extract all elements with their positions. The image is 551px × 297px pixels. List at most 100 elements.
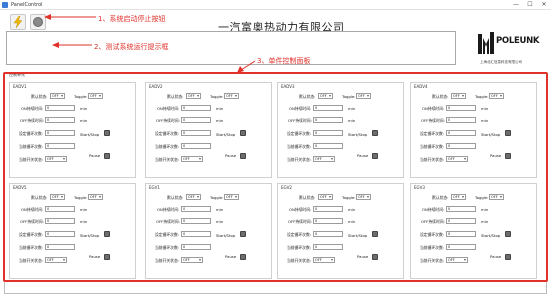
pause-button[interactable]: [372, 153, 378, 159]
default-state-value: OFF: [453, 195, 460, 199]
cur-cycles-input[interactable]: 0: [313, 244, 343, 250]
set-cycles-input[interactable]: 0: [446, 130, 476, 136]
system-start-button[interactable]: [10, 14, 26, 30]
off-time-input[interactable]: 0: [446, 218, 476, 224]
cur-cycles-input[interactable]: 0: [446, 244, 476, 250]
chevron-down-icon: [329, 196, 331, 198]
off-time-input[interactable]: 0: [181, 117, 211, 123]
toggle-select[interactable]: OFF: [489, 194, 504, 200]
pause-button[interactable]: [240, 153, 246, 159]
cur-cycles-input[interactable]: 0: [45, 244, 75, 250]
cur-switch-select[interactable]: OFF: [45, 156, 67, 162]
default-state-select[interactable]: OFF: [451, 194, 466, 200]
cur-switch-label: 当前开关状态:: [155, 157, 180, 162]
set-cycles-value: 0: [183, 232, 186, 236]
minimize-button[interactable]: —: [509, 0, 523, 10]
off-time-value: 0: [183, 118, 186, 122]
cur-switch-select[interactable]: OFF: [446, 156, 468, 162]
off-time-value: 0: [448, 118, 451, 122]
default-state-select[interactable]: OFF: [50, 93, 65, 99]
on-time-label: ON持续时间:: [289, 106, 312, 111]
start-stop-button[interactable]: [104, 130, 110, 136]
unit-panel-eadv4: EADV4 默认状态: OFF Toggle: OFF ON持续时间: 0 mi…: [410, 82, 537, 178]
on-time-input[interactable]: 0: [181, 105, 211, 111]
set-cycles-input[interactable]: 0: [446, 231, 476, 237]
start-stop-button[interactable]: [104, 231, 110, 237]
pause-button[interactable]: [505, 254, 511, 260]
set-cycles-value: 0: [183, 131, 186, 135]
start-stop-button[interactable]: [240, 231, 246, 237]
set-cycles-input[interactable]: 0: [313, 130, 343, 136]
chevron-down-icon: [61, 95, 63, 97]
default-state-select[interactable]: OFF: [50, 194, 65, 200]
cur-cycles-input[interactable]: 0: [446, 143, 476, 149]
toggle-select[interactable]: OFF: [224, 194, 239, 200]
unit-panel-eadv5: EADV5 默认状态: OFF Toggle: OFF ON持续时间: 0 mi…: [9, 183, 136, 279]
off-time-input[interactable]: 0: [45, 218, 75, 224]
set-cycles-input[interactable]: 0: [45, 231, 75, 237]
on-time-label: ON持续时间:: [157, 207, 180, 212]
off-time-label: OFF持续时间:: [288, 118, 312, 123]
default-state-select[interactable]: OFF: [318, 93, 333, 99]
toggle-select[interactable]: OFF: [489, 93, 504, 99]
toggle-select[interactable]: OFF: [88, 93, 103, 99]
default-state-select[interactable]: OFF: [186, 93, 201, 99]
cur-switch-select[interactable]: OFF: [446, 257, 468, 263]
cur-switch-select[interactable]: OFF: [313, 156, 335, 162]
pause-button[interactable]: [104, 153, 110, 159]
off-time-input[interactable]: 0: [181, 218, 211, 224]
toggle-value: OFF: [491, 195, 498, 199]
cur-switch-select[interactable]: OFF: [181, 156, 203, 162]
start-stop-button[interactable]: [372, 130, 378, 136]
toggle-label: Toggle:: [210, 195, 224, 200]
default-state-select[interactable]: OFF: [186, 194, 201, 200]
on-time-input[interactable]: 0: [45, 206, 75, 212]
cur-switch-label: 当前开关状态:: [287, 157, 312, 162]
on-time-input[interactable]: 0: [313, 105, 343, 111]
on-time-input[interactable]: 0: [446, 105, 476, 111]
start-stop-button[interactable]: [372, 231, 378, 237]
cur-cycles-input[interactable]: 0: [181, 143, 211, 149]
start-stop-button[interactable]: [505, 130, 511, 136]
start-stop-button[interactable]: [240, 130, 246, 136]
off-time-input[interactable]: 0: [45, 117, 75, 123]
close-button[interactable]: ✕: [537, 0, 551, 10]
on-time-input[interactable]: 0: [181, 206, 211, 212]
default-state-select[interactable]: OFF: [451, 93, 466, 99]
set-cycles-input[interactable]: 0: [181, 231, 211, 237]
cur-cycles-input[interactable]: 0: [45, 143, 75, 149]
unit-name: EGV1: [149, 185, 160, 190]
pause-button[interactable]: [505, 153, 511, 159]
set-cycles-input[interactable]: 0: [181, 130, 211, 136]
cur-cycles-input[interactable]: 0: [313, 143, 343, 149]
off-time-input[interactable]: 0: [313, 218, 343, 224]
cur-switch-select[interactable]: OFF: [45, 257, 67, 263]
on-time-input[interactable]: 0: [446, 206, 476, 212]
off-time-input[interactable]: 0: [313, 117, 343, 123]
off-time-input[interactable]: 0: [446, 117, 476, 123]
toggle-select[interactable]: OFF: [356, 194, 371, 200]
cur-switch-value: OFF: [47, 157, 54, 161]
toggle-value: OFF: [90, 94, 97, 98]
set-cycles-input[interactable]: 0: [313, 231, 343, 237]
cur-switch-select[interactable]: OFF: [181, 257, 203, 263]
pause-button[interactable]: [372, 254, 378, 260]
on-time-input[interactable]: 0: [313, 206, 343, 212]
pause-label: Pause: [89, 153, 101, 158]
cur-switch-select[interactable]: OFF: [313, 257, 335, 263]
off-time-value: 0: [183, 219, 186, 223]
cur-cycles-input[interactable]: 0: [181, 244, 211, 250]
on-time-unit: min: [216, 207, 224, 212]
pause-button[interactable]: [240, 254, 246, 260]
on-time-input[interactable]: 0: [45, 105, 75, 111]
start-stop-button[interactable]: [505, 231, 511, 237]
chevron-down-icon: [99, 196, 101, 198]
set-cycles-input[interactable]: 0: [45, 130, 75, 136]
toggle-select[interactable]: OFF: [356, 93, 371, 99]
toggle-select[interactable]: OFF: [88, 194, 103, 200]
default-state-value: OFF: [320, 94, 327, 98]
toggle-select[interactable]: OFF: [224, 93, 239, 99]
maximize-button[interactable]: ☐: [523, 0, 537, 10]
pause-button[interactable]: [104, 254, 110, 260]
default-state-select[interactable]: OFF: [318, 194, 333, 200]
